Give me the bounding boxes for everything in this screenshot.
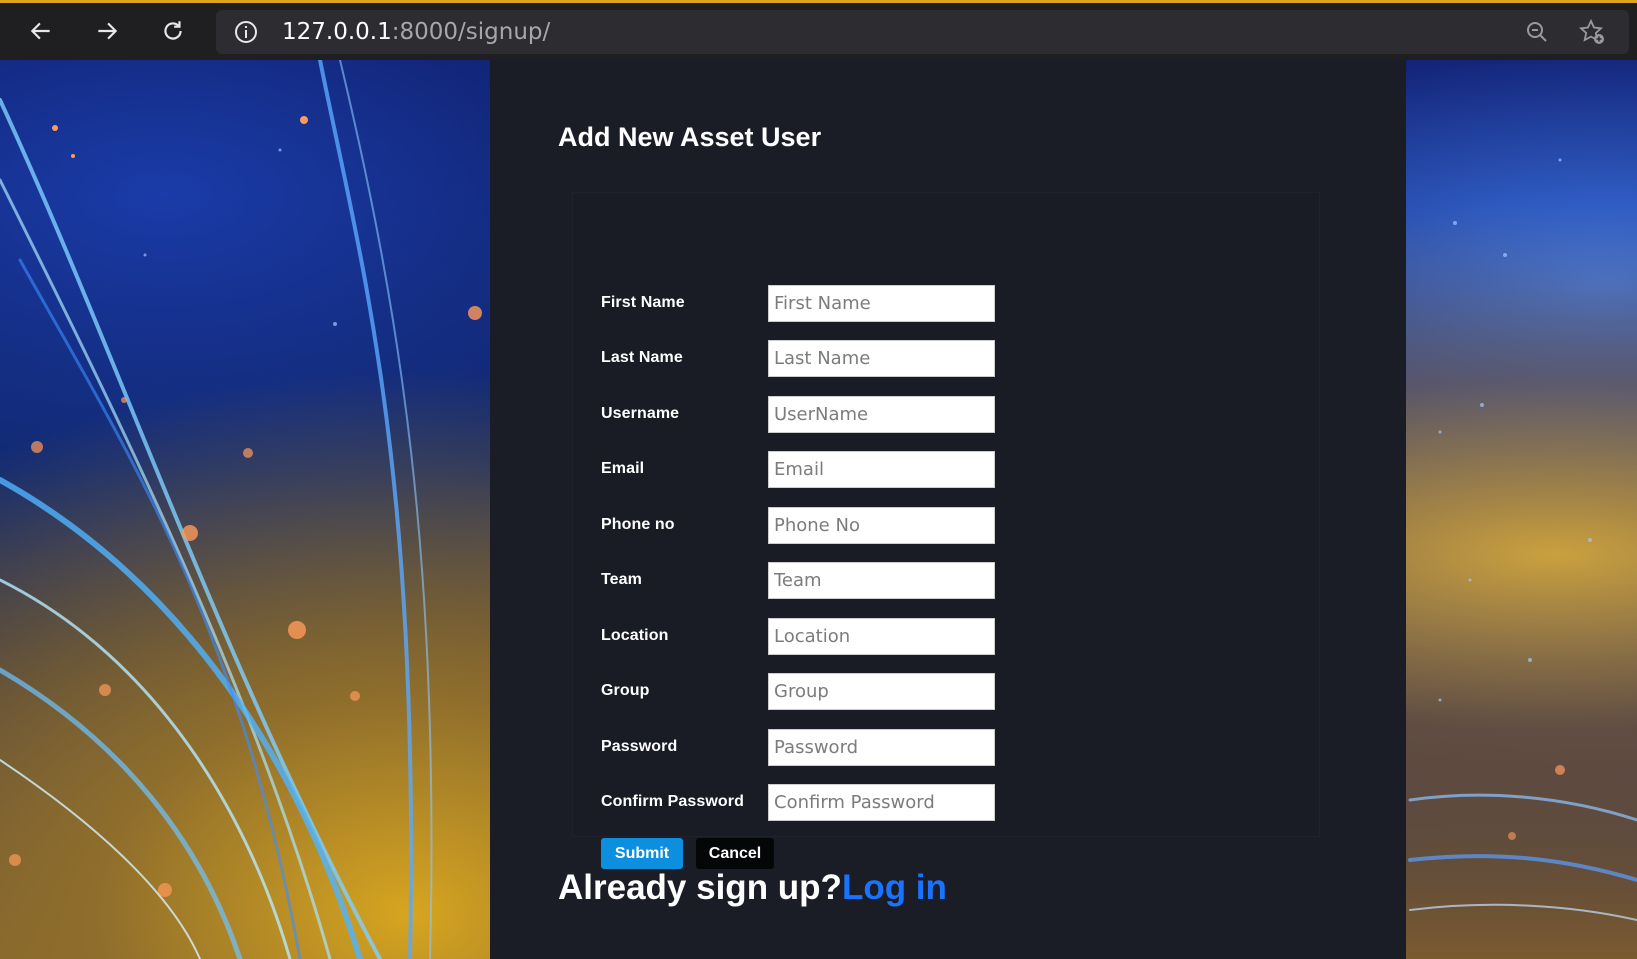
last-name-input[interactable] [768, 340, 995, 377]
form-row-phone: Phone no [573, 507, 1319, 544]
signup-panel: Add New Asset User First Name Last Name … [490, 60, 1406, 959]
phone-input[interactable] [768, 507, 995, 544]
username-label: Username [601, 405, 680, 422]
cancel-button[interactable]: Cancel [696, 838, 774, 869]
confirm-password-label: Confirm Password [601, 793, 744, 810]
team-label: Team [601, 571, 643, 588]
form-row-first-name: First Name [573, 285, 1319, 322]
url-path: :8000/signup/ [391, 19, 551, 45]
url-text: 127.0.0.1:8000/signup/ [282, 19, 550, 45]
login-link[interactable]: Log in [842, 868, 947, 907]
form-row-last-name: Last Name [573, 340, 1319, 377]
forward-button[interactable] [87, 11, 127, 51]
last-name-label: Last Name [601, 349, 683, 366]
group-label: Group [601, 682, 650, 699]
form-row-confirm-password: Confirm Password [573, 784, 1319, 821]
zoom-out-icon[interactable] [1525, 20, 1549, 44]
password-label: Password [601, 738, 678, 755]
arrow-left-icon [30, 22, 50, 40]
login-prompt-text: Already sign up? [558, 868, 842, 907]
signup-form: First Name Last Name Username Email Phon… [572, 192, 1320, 869]
email-input[interactable] [768, 451, 995, 488]
submit-button[interactable]: Submit [601, 838, 683, 869]
back-button[interactable] [21, 11, 61, 51]
username-input[interactable] [768, 396, 995, 433]
email-label: Email [601, 460, 645, 477]
bookmark-star-icon[interactable] [1579, 19, 1605, 45]
location-label: Location [601, 627, 669, 644]
url-host: 127.0.0.1 [282, 19, 392, 45]
first-name-label: First Name [601, 294, 685, 311]
page-title: Add New Asset User [558, 122, 822, 152]
phone-label: Phone no [601, 516, 675, 533]
info-icon[interactable] [234, 20, 258, 44]
form-row-location: Location [573, 618, 1319, 655]
location-input[interactable] [768, 618, 995, 655]
form-row-username: Username [573, 396, 1319, 433]
first-name-input[interactable] [768, 285, 995, 322]
login-prompt: Already sign up?Log in [558, 868, 947, 908]
form-row-group: Group [573, 673, 1319, 710]
team-input[interactable] [768, 562, 995, 599]
arrow-right-icon [98, 22, 118, 40]
form-row-password: Password [573, 729, 1319, 766]
password-input[interactable] [768, 729, 995, 766]
form-row-email: Email [573, 451, 1319, 488]
browser-toolbar: 127.0.0.1:8000/signup/ [0, 0, 1637, 60]
reload-button[interactable] [153, 11, 193, 51]
confirm-password-input[interactable] [768, 784, 995, 821]
form-row-team: Team [573, 562, 1319, 599]
reload-icon [164, 21, 182, 40]
address-bar[interactable]: 127.0.0.1:8000/signup/ [216, 10, 1629, 54]
group-input[interactable] [768, 673, 995, 710]
